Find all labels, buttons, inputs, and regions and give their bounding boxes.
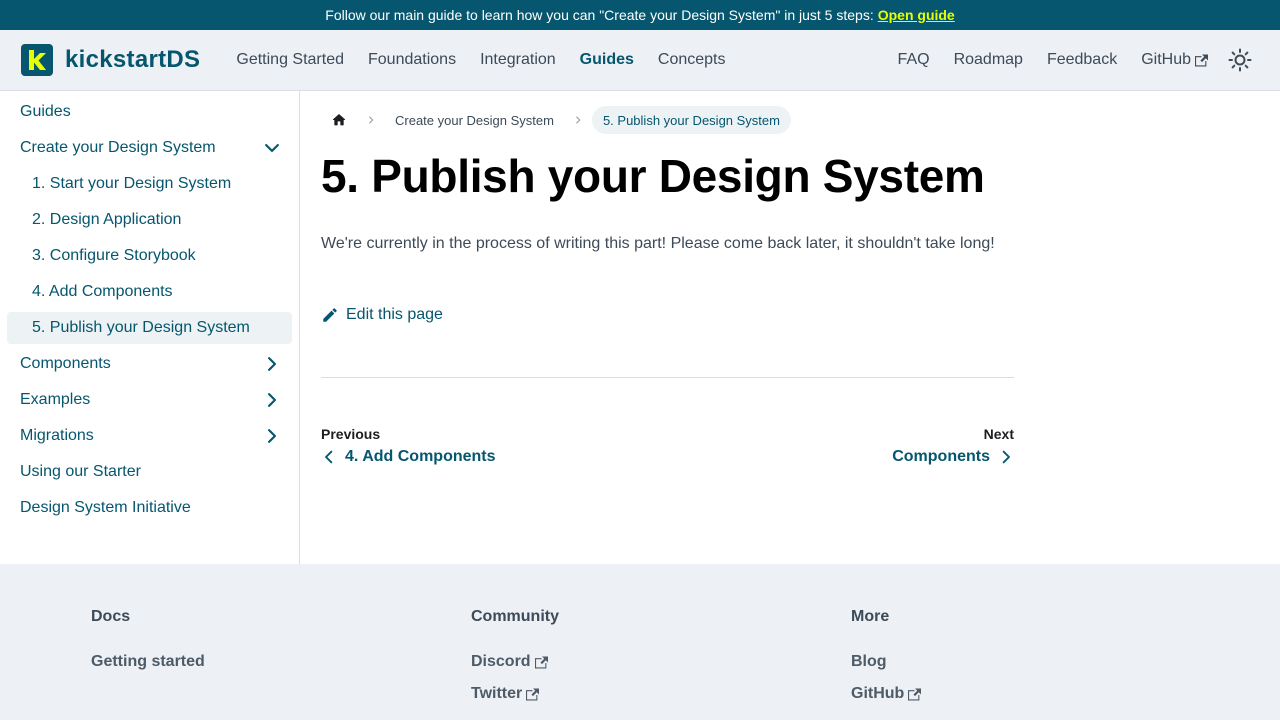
home-icon [332, 114, 346, 126]
nav-github[interactable]: GitHub [1129, 51, 1220, 69]
nav-feedback[interactable]: Feedback [1035, 51, 1129, 69]
sidebar-item-label: 3. Configure Storybook [32, 247, 196, 264]
sidebar-item-configure-storybook[interactable]: 3. Configure Storybook [7, 240, 292, 272]
footer-link-getting-started[interactable]: Getting started [91, 652, 205, 672]
sidebar-item-design-application[interactable]: 2. Design Application [7, 204, 292, 236]
external-link-icon [526, 688, 540, 700]
sidebar-item-label: Migrations [20, 427, 94, 444]
sidebar-item-using-our-starter[interactable]: Using our Starter [7, 456, 292, 488]
footer-title: Docs [91, 608, 131, 625]
pagination-next-label: Components [892, 448, 990, 465]
pagination-next-link[interactable]: Next Components [892, 426, 1014, 466]
main-content: Create your Design System 5. Publish you… [300, 91, 1280, 564]
external-link-icon [1195, 54, 1208, 66]
sidebar-item-design-system-initiative[interactable]: Design System Initiative [7, 492, 292, 524]
sidebar-item-label: 2. Design Application [32, 211, 182, 228]
sun-icon [1228, 48, 1252, 72]
chevron-right-icon[interactable] [262, 354, 282, 374]
edit-this-page-label: Edit this page [346, 306, 443, 323]
nav-concepts[interactable]: Concepts [646, 51, 738, 69]
edit-this-page-link[interactable]: Edit this page [321, 306, 443, 324]
announcement-text: Follow our main guide to learn how you c… [325, 7, 874, 23]
chevron-left-icon [325, 450, 333, 464]
nav-faq[interactable]: FAQ [886, 51, 942, 69]
brand-name: kickstartDS [65, 46, 201, 73]
nav-getting-started[interactable]: Getting Started [224, 51, 356, 69]
nav-guides[interactable]: Guides [568, 51, 646, 69]
sidebar-item-label: 1. Start your Design System [32, 175, 232, 192]
sidebar-item-label: Components [20, 355, 111, 372]
external-link-icon [534, 656, 548, 668]
sidebar-item-migrations[interactable]: Migrations [7, 420, 292, 452]
page-paragraph: We're currently in the process of writin… [321, 235, 995, 252]
nav-integration[interactable]: Integration [468, 51, 568, 69]
breadcrumb-current: 5. Publish your Design System [591, 106, 791, 134]
footer-link-twitter[interactable]: Twitter [471, 684, 559, 704]
sidebar-item-start-your-design-system[interactable]: 1. Start your Design System [7, 168, 292, 200]
pagination-previous-link[interactable]: Previous 4. Add Components [321, 426, 496, 466]
breadcrumb-separator-icon [564, 115, 592, 125]
footer: Docs Getting started Community Discord T… [0, 564, 1280, 720]
breadcrumb-home[interactable] [321, 106, 357, 134]
sidebar-item-label: 5. Publish your Design System [32, 319, 250, 336]
footer-link-label: Discord [471, 653, 531, 670]
footer-link-github[interactable]: GitHub [851, 684, 922, 704]
chevron-right-icon[interactable] [262, 426, 282, 446]
footer-col-more: More Blog GitHub [851, 608, 922, 716]
kickstartds-logo-icon [21, 44, 53, 76]
footer-link-label: GitHub [851, 685, 905, 702]
page-title: 5. Publish your Design System [321, 150, 985, 202]
pagination-next-sublabel: Next [983, 426, 1014, 442]
sidebar-item-label: Guides [20, 103, 71, 120]
sidebar-item-create-your-design-system[interactable]: Create your Design System [7, 132, 292, 164]
pencil-icon [323, 308, 337, 322]
docs-sidebar: Guides Create your Design System 1. Star… [0, 91, 300, 564]
sidebar-item-components[interactable]: Components [7, 348, 292, 380]
chevron-right-icon [1002, 450, 1010, 464]
nav-secondary: FAQ Roadmap Feedback GitHub [886, 44, 1256, 76]
footer-title: Community [471, 608, 559, 625]
sidebar-item-label: Design System Initiative [20, 499, 191, 516]
footer-title: More [851, 608, 890, 625]
navbar: kickstartDS Getting Started Foundations … [0, 30, 1280, 91]
footer-link-blog[interactable]: Blog [851, 652, 921, 672]
external-link-icon [908, 688, 922, 700]
breadcrumb: Create your Design System 5. Publish you… [321, 106, 791, 134]
pagination-previous-sublabel: Previous [321, 426, 381, 442]
chevron-right-icon[interactable] [262, 390, 282, 410]
nav-foundations[interactable]: Foundations [356, 51, 468, 69]
footer-link-discord[interactable]: Discord [471, 652, 559, 672]
nav-roadmap[interactable]: Roadmap [942, 51, 1035, 69]
footer-col-community: Community Discord Twitter [471, 608, 559, 716]
brand-link[interactable]: kickstartDS [21, 44, 200, 76]
sidebar-item-label: Examples [20, 391, 91, 408]
chevron-down-icon[interactable] [262, 138, 282, 158]
sidebar-item-guides[interactable]: Guides [7, 96, 292, 128]
breadcrumb-separator-icon [357, 115, 385, 125]
footer-link-label: Twitter [471, 685, 523, 702]
content-divider [321, 377, 1014, 378]
theme-toggle-button[interactable] [1224, 44, 1256, 76]
footer-col-docs: Docs Getting started [91, 608, 205, 684]
nav-github-label: GitHub [1141, 51, 1191, 68]
breadcrumb-create-your-design-system[interactable]: Create your Design System [385, 113, 564, 128]
open-guide-link[interactable]: Open guide [878, 7, 955, 23]
nav-primary: Getting Started Foundations Integration … [224, 51, 737, 69]
sidebar-item-add-components[interactable]: 4. Add Components [7, 276, 292, 308]
pagination-previous-label: 4. Add Components [345, 448, 496, 465]
sidebar-item-label: Create your Design System [20, 139, 216, 156]
sidebar-item-publish-your-design-system[interactable]: 5. Publish your Design System [7, 312, 292, 344]
sidebar-item-label: Using our Starter [20, 463, 141, 480]
sidebar-item-examples[interactable]: Examples [7, 384, 292, 416]
announcement-bar: Follow our main guide to learn how you c… [0, 0, 1280, 30]
sidebar-item-label: 4. Add Components [32, 283, 173, 300]
